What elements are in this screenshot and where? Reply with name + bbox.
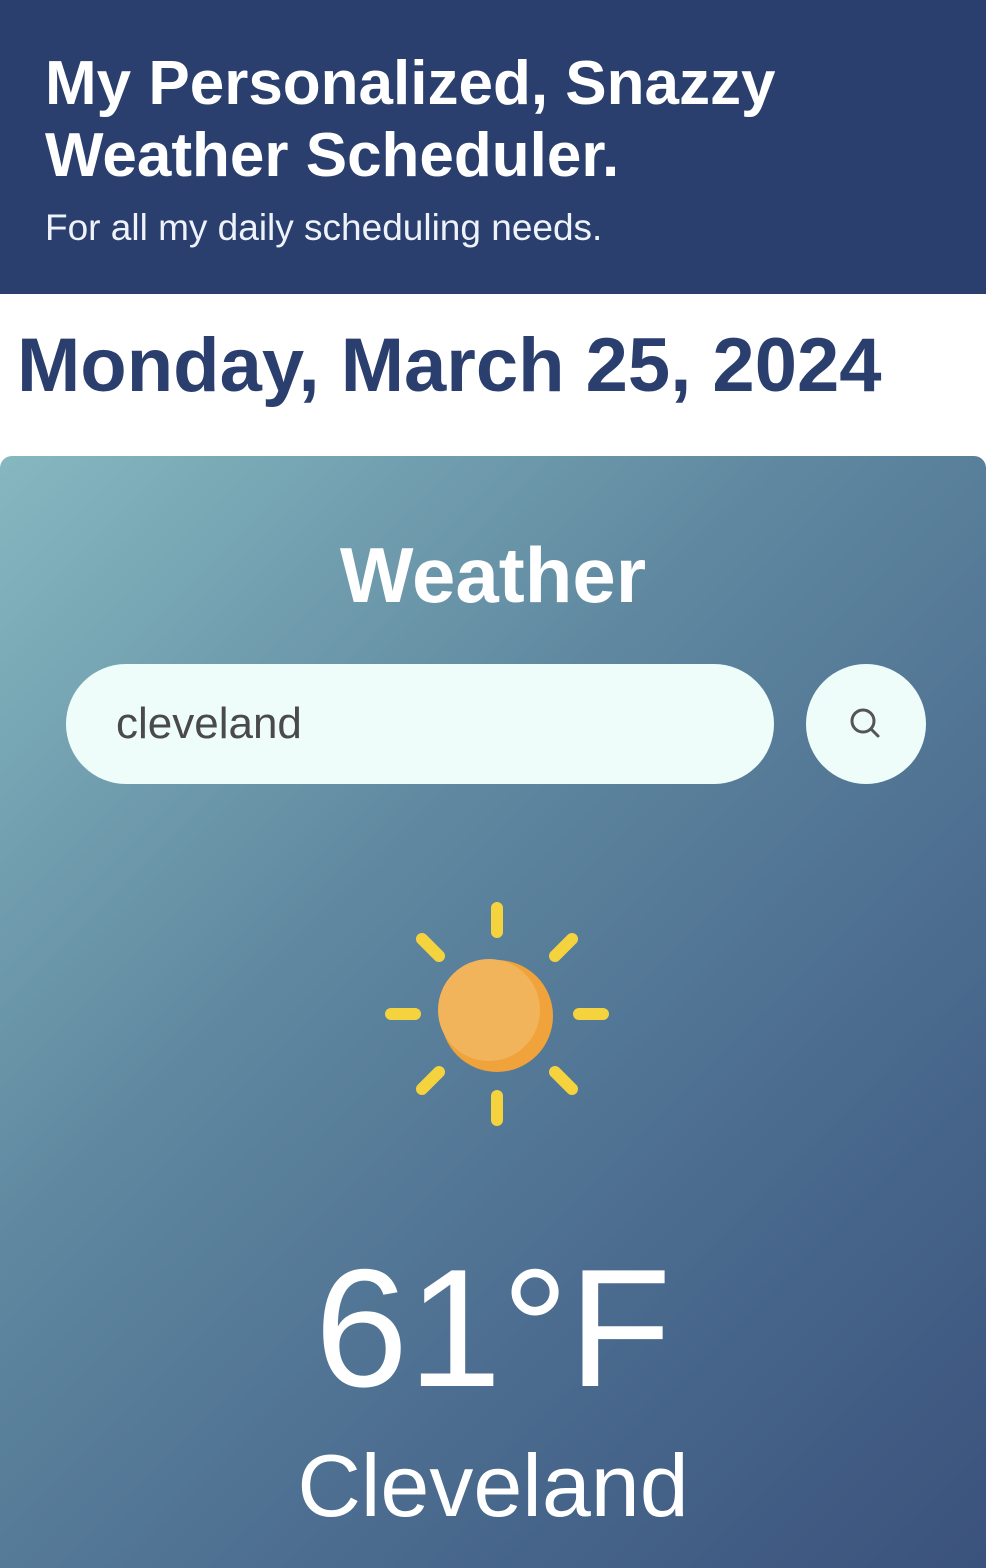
app-title: My Personalized, Snazzy Weather Schedule… [45,49,776,190]
weather-card: Weather 61°F Cleveland [0,456,986,1568]
current-date: Monday, March 25, 2024 [17,323,882,408]
temperature-value: 61°F [314,1234,672,1422]
city-name: Cleveland [297,1436,689,1535]
weather-heading: Weather [339,531,647,619]
search-icon [850,708,880,738]
city-search-input[interactable] [66,664,774,784]
search-button[interactable] [806,664,926,784]
app-header: My Personalized, Snazzy Weather Schedule… [0,0,986,294]
sun-icon [385,902,609,1126]
app-subtitle: For all my daily scheduling needs. [45,207,603,248]
